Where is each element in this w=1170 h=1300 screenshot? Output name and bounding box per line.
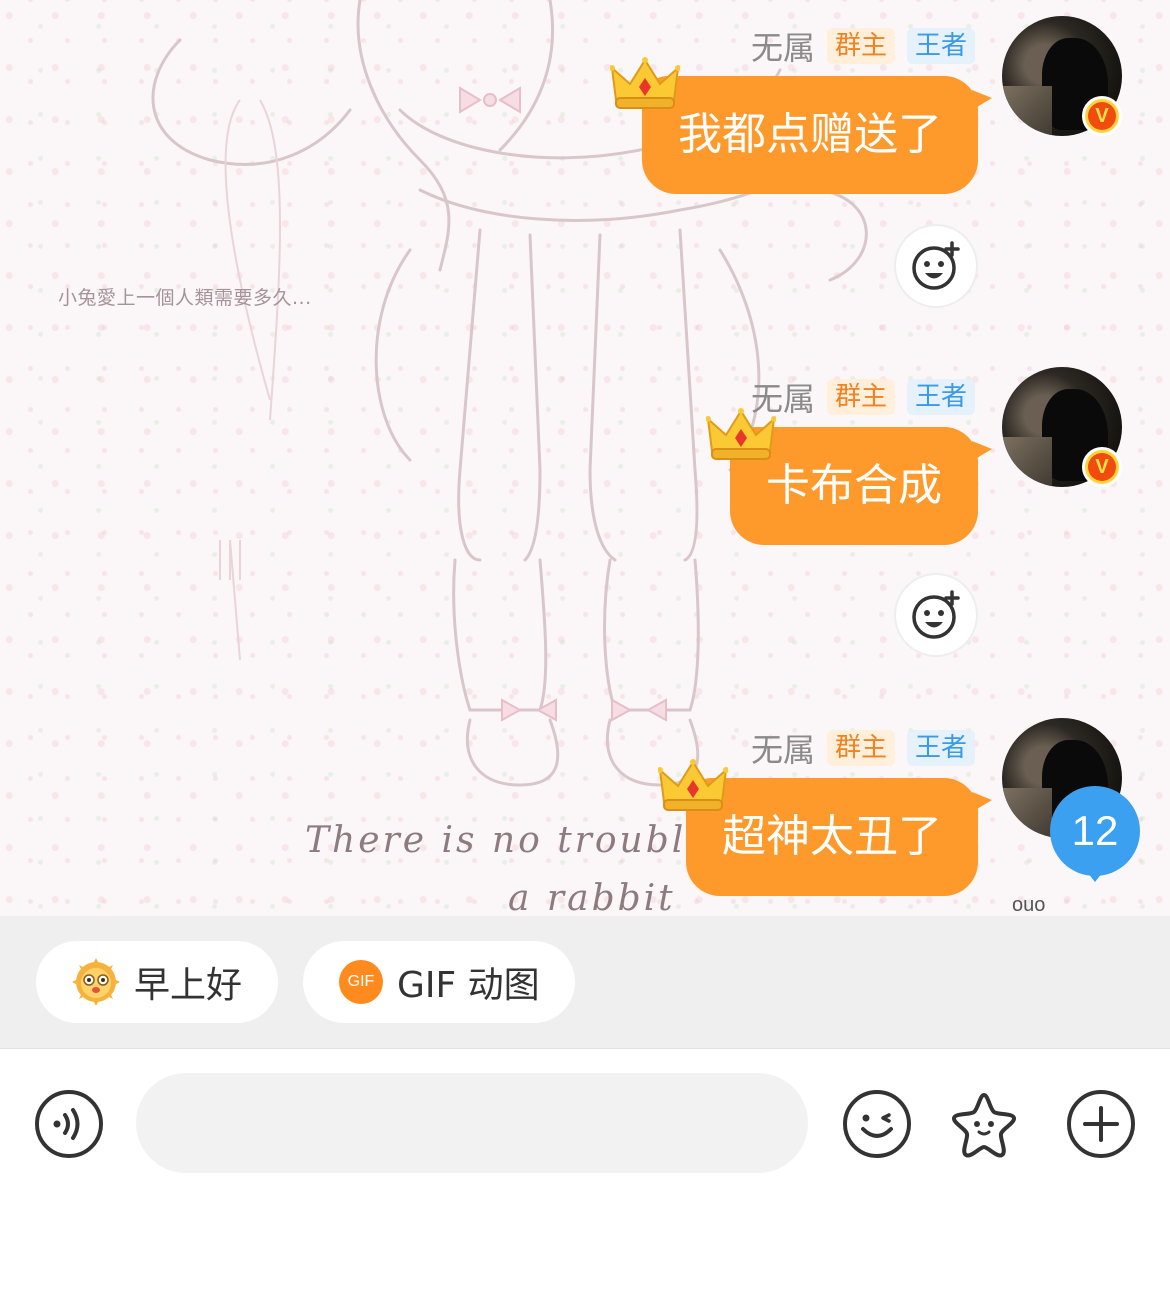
emoji-button[interactable] — [842, 1089, 912, 1159]
crown-icon — [706, 408, 776, 460]
verified-badge-icon: V — [1082, 96, 1122, 136]
group-owner-tag: 群主 — [826, 28, 895, 64]
crown-icon — [610, 57, 680, 109]
message-bubble[interactable]: 我都点赠送了 — [642, 76, 992, 194]
quick-reply-bar: 早上好 GIF GIF 动图 — [0, 916, 1170, 1049]
verified-badge-icon: V — [1082, 447, 1122, 487]
message-input[interactable] — [136, 1073, 808, 1173]
add-reaction-button[interactable] — [896, 575, 976, 655]
quick-reply-label: GIF 动图 — [397, 965, 540, 1006]
add-reaction-icon — [912, 241, 960, 290]
star-sticker-button[interactable] — [949, 1089, 1019, 1159]
crown-icon — [658, 759, 728, 811]
chat-message-area[interactable]: 小兔愛上一個人類需要多久... There is no trouble i a … — [0, 0, 1170, 916]
sender-avatar[interactable]: V — [1002, 16, 1122, 136]
sender-name[interactable]: 无属 — [751, 725, 815, 771]
add-reaction-button[interactable] — [896, 226, 976, 306]
add-reaction-icon — [912, 590, 960, 639]
message-row: V 无属 群主 王者 卡布合成 — [0, 367, 1170, 655]
message-bubble[interactable]: 超神太丑了 — [686, 778, 992, 896]
rank-tag: 王者 — [906, 730, 975, 766]
voice-input-button[interactable] — [34, 1089, 104, 1159]
sun-emoji-icon — [72, 958, 120, 1006]
message-row: 无属 群主 王者 超神太丑了 — [0, 718, 1170, 898]
sender-avatar[interactable]: V — [1002, 367, 1122, 487]
quick-reply-gif[interactable]: GIF GIF 动图 — [303, 941, 575, 1023]
plus-more-button[interactable] — [1066, 1089, 1136, 1159]
sender-info: 无属 群主 王者 — [751, 377, 975, 418]
quick-reply-label: 早上好 — [134, 965, 243, 1006]
quick-reply-good-morning[interactable]: 早上好 — [36, 941, 278, 1023]
sender-info: 无属 群主 王者 — [751, 23, 975, 69]
group-owner-tag: 群主 — [826, 379, 895, 415]
sender-name[interactable]: 无属 — [751, 23, 815, 69]
message-row: V 无属 群主 王者 我都点赠送了 — [0, 16, 1170, 306]
sender-info: 无属 群主 王者 — [751, 725, 975, 771]
unread-count-badge[interactable]: 12 — [1050, 786, 1140, 882]
gif-icon: GIF — [339, 960, 383, 1004]
rank-tag: 王者 — [906, 379, 975, 415]
group-owner-tag: 群主 — [826, 730, 895, 766]
background-caption: 小兔愛上一個人類需要多久... — [58, 287, 312, 309]
rank-tag: 王者 — [906, 28, 975, 64]
